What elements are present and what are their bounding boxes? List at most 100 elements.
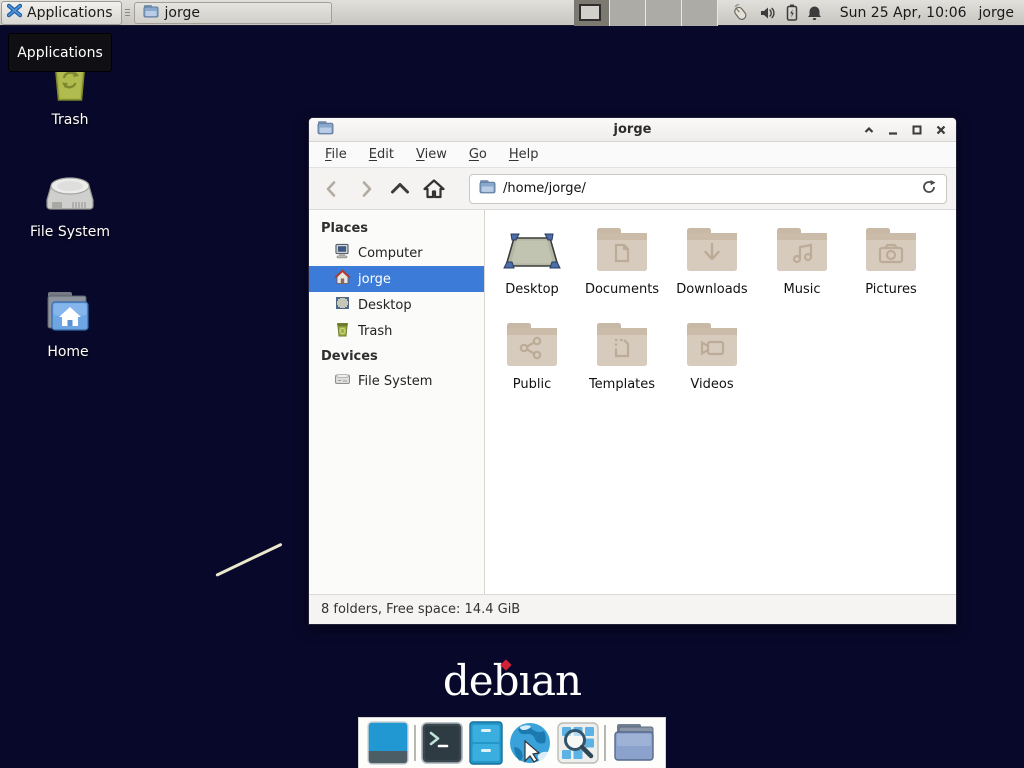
up-button[interactable] <box>383 174 417 204</box>
web-browser-button[interactable] <box>508 721 552 765</box>
file-item-videos[interactable]: Videos <box>667 317 757 405</box>
documents-folder-icon <box>577 222 667 274</box>
maximize-button[interactable] <box>910 123 924 137</box>
drive-icon <box>334 371 351 391</box>
close-button[interactable] <box>934 123 948 137</box>
sidebar-item-file-system[interactable]: File System <box>309 368 484 394</box>
shade-button[interactable] <box>862 123 876 137</box>
sidebar-item-label: Computer <box>358 246 423 261</box>
show-desktop-button[interactable] <box>367 721 409 765</box>
file-item-templates[interactable]: Templates <box>577 317 667 405</box>
terminal-button[interactable] <box>421 722 463 764</box>
toolbar: /home/jorge/ <box>309 168 956 210</box>
file-item-desktop[interactable]: Desktop <box>487 222 577 310</box>
file-item-label: Templates <box>577 377 667 392</box>
templates-folder-icon <box>577 317 667 369</box>
workspace-3[interactable] <box>646 0 682 26</box>
sidebar-item-trash[interactable]: Trash <box>309 318 484 344</box>
applications-tooltip-text: Applications <box>17 45 103 61</box>
applications-menu-label: Applications <box>27 5 113 21</box>
taskbar-window-label: jorge <box>165 5 200 21</box>
trash-icon <box>334 321 351 341</box>
sidebar-item-label: jorge <box>358 272 391 287</box>
sidebar-item-label: Trash <box>358 324 392 339</box>
desktop-icon-label: Home <box>13 344 123 360</box>
battery-icon[interactable] <box>786 4 798 21</box>
menu-edit[interactable]: Edit <box>359 144 404 165</box>
volume-icon[interactable] <box>759 5 777 21</box>
minimize-button[interactable] <box>886 123 900 137</box>
dock-separator <box>604 725 606 761</box>
workspace-switcher <box>574 0 718 26</box>
window-titlebar[interactable]: jorge <box>309 118 956 142</box>
menubar: File Edit View Go Help <box>309 142 956 168</box>
menu-go[interactable]: Go <box>459 144 497 165</box>
notifications-bell-icon[interactable] <box>807 5 822 21</box>
workspace-1[interactable] <box>574 0 610 26</box>
file-item-documents[interactable]: Documents <box>577 222 667 310</box>
sidebar: Places Computer jorge Desktop <box>309 210 485 594</box>
sidebar-item-label: File System <box>358 374 432 389</box>
home-button[interactable] <box>417 174 451 204</box>
debian-logo-text: an <box>531 656 581 705</box>
hard-drive-icon <box>15 168 125 218</box>
applications-menu-button[interactable]: Applications <box>1 1 122 25</box>
sidebar-item-desktop[interactable]: Desktop <box>309 292 484 318</box>
menu-help[interactable]: Help <box>499 144 549 165</box>
reload-icon[interactable] <box>921 179 937 199</box>
cursor-trail-artifact <box>215 543 282 577</box>
back-button[interactable] <box>315 174 349 204</box>
public-folder-icon <box>487 317 577 369</box>
system-tray <box>718 4 832 22</box>
file-item-label: Videos <box>667 377 757 392</box>
sidebar-item-jorge[interactable]: jorge <box>309 266 484 292</box>
path-folder-icon <box>479 179 496 198</box>
application-finder-button[interactable] <box>557 722 599 764</box>
file-manager-button[interactable] <box>468 721 504 765</box>
forward-button[interactable] <box>349 174 383 204</box>
sidebar-item-label: Desktop <box>358 298 412 313</box>
file-item-pictures[interactable]: Pictures <box>846 222 936 310</box>
desktop-icon-label: Trash <box>15 112 125 128</box>
menu-view[interactable]: View <box>406 144 457 165</box>
path-input[interactable]: /home/jorge/ <box>503 181 914 196</box>
panel-clock[interactable]: Sun 25 Apr, 10:06 <box>832 5 975 21</box>
file-item-downloads[interactable]: Downloads <box>667 222 757 310</box>
path-bar[interactable]: /home/jorge/ <box>469 174 947 204</box>
file-item-label: Pictures <box>846 282 936 297</box>
file-item-label: Desktop <box>487 282 577 297</box>
file-item-label: Public <box>487 377 577 392</box>
desktop-special-icon <box>487 222 577 274</box>
downloads-folder-icon <box>667 222 757 274</box>
pictures-folder-icon <box>846 222 936 274</box>
file-item-music[interactable]: Music <box>757 222 847 310</box>
home-folder-icon <box>13 288 123 338</box>
panel-handle[interactable] <box>124 4 132 22</box>
file-manager-window: jorge File Edit View Go Help <box>308 117 957 625</box>
folder-shortcut-button[interactable] <box>611 722 657 764</box>
sidebar-item-computer[interactable]: Computer <box>309 240 484 266</box>
mouse-settings-icon[interactable] <box>730 4 750 22</box>
sidebar-header-places: Places <box>309 216 484 240</box>
workspace-window-thumb <box>579 4 601 21</box>
file-view[interactable]: Desktop Documents <box>485 210 956 594</box>
dock <box>358 717 666 768</box>
desktop-icon-file-system[interactable]: File System <box>15 168 125 240</box>
file-item-label: Music <box>757 282 847 297</box>
sidebar-header-devices: Devices <box>309 344 484 368</box>
workspace-2[interactable] <box>610 0 646 26</box>
debian-logo-text: ı <box>519 656 531 705</box>
taskbar-window-button[interactable]: jorge <box>134 2 332 24</box>
desktop-icon-home[interactable]: Home <box>13 288 123 360</box>
workspace-4[interactable] <box>682 0 718 26</box>
folder-icon <box>143 4 159 22</box>
file-item-public[interactable]: Public <box>487 317 577 405</box>
file-item-label: Downloads <box>667 282 757 297</box>
menu-file[interactable]: File <box>315 144 357 165</box>
file-item-label: Documents <box>577 282 667 297</box>
music-folder-icon <box>757 222 847 274</box>
desktop-icon-label: File System <box>15 224 125 240</box>
top-panel: Applications jorge Sun 25 Apr, 10:06 jor… <box>0 0 1024 26</box>
panel-username[interactable]: jorge <box>975 5 1024 21</box>
dock-separator <box>414 725 416 761</box>
